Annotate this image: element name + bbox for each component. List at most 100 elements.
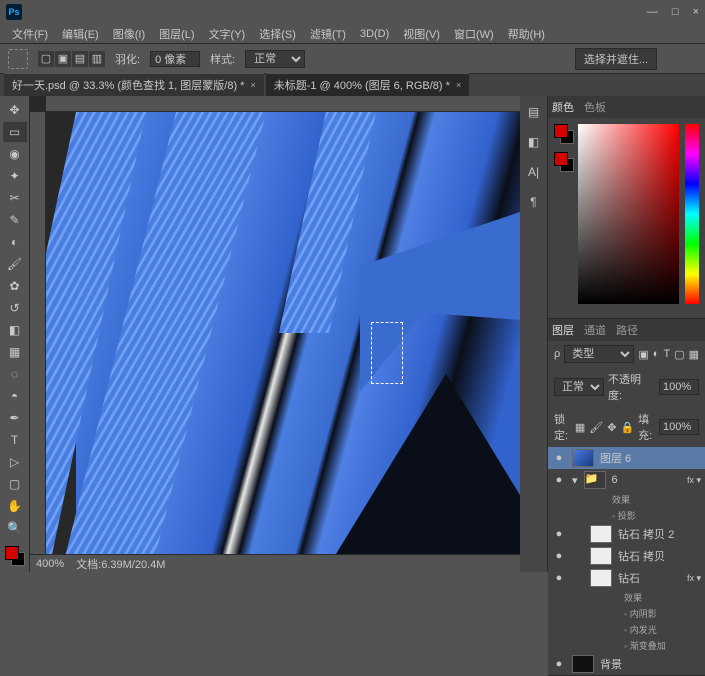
hue-strip[interactable] (685, 124, 699, 304)
fx-row[interactable]: ◦ 投影 (548, 507, 705, 523)
history-panel-icon[interactable]: ▤ (524, 102, 544, 122)
tab-paths[interactable]: 路径 (616, 322, 638, 338)
filter-shape-icon[interactable]: ▢ (674, 348, 684, 361)
lock-pos-icon[interactable]: ✥ (607, 421, 616, 434)
filter-adjust-icon[interactable]: ◐ (653, 348, 660, 360)
layer-thumb[interactable] (590, 525, 612, 543)
color-field[interactable] (578, 124, 679, 304)
selection-new-icon[interactable]: ▢ (38, 51, 54, 67)
gradient-tool-icon[interactable]: ▦ (3, 342, 27, 362)
maximize-icon[interactable]: □ (672, 6, 679, 18)
path-tool-icon[interactable]: ▷ (3, 452, 27, 472)
selection-add-icon[interactable]: ▣ (55, 51, 71, 67)
layer-thumb[interactable] (572, 449, 594, 467)
select-and-mask-button[interactable]: 选择并遮住... (575, 48, 657, 70)
fx-row[interactable]: ◦ 渐变叠加 (548, 637, 705, 653)
menu-file[interactable]: 文件(F) (6, 24, 54, 44)
layer-row[interactable]: ●图层 6 (548, 447, 705, 469)
ruler-vertical[interactable] (30, 112, 46, 554)
shape-tool-icon[interactable]: ▢ (3, 474, 27, 494)
tab-color[interactable]: 颜色 (552, 99, 574, 115)
close-tab-icon[interactable]: × (456, 80, 461, 90)
layer-row[interactable]: ●钻石 拷贝 (548, 545, 705, 567)
layer-row[interactable]: ●钻石 拷贝 2 (548, 523, 705, 545)
menu-type[interactable]: 文字(Y) (203, 24, 252, 44)
zoom-tool-icon[interactable]: 🔍 (3, 518, 27, 538)
selection-marquee[interactable] (371, 322, 403, 384)
group-thumb[interactable]: 📁 (584, 471, 606, 489)
paragraph-panel-icon[interactable]: ¶ (524, 192, 544, 212)
layer-row[interactable]: ●▾📁6fx ▾ (548, 469, 705, 491)
properties-panel-icon[interactable]: ◧ (524, 132, 544, 152)
tab-layers[interactable]: 图层 (552, 322, 574, 338)
layer-filter-select[interactable]: 类型 (564, 345, 634, 363)
menu-layer[interactable]: 图层(L) (153, 24, 200, 44)
style-select[interactable]: 正常 (245, 50, 305, 68)
dodge-tool-icon[interactable]: ◓ (3, 386, 27, 406)
canvas-viewport[interactable] (46, 112, 520, 554)
close-tab-icon[interactable]: × (250, 80, 255, 90)
hand-tool-icon[interactable]: ✋ (3, 496, 27, 516)
menu-window[interactable]: 窗口(W) (448, 24, 500, 44)
feather-input[interactable] (150, 51, 200, 67)
expand-icon[interactable]: ▾ (572, 474, 578, 487)
filter-image-icon[interactable]: ▣ (638, 348, 648, 361)
tab-document-1[interactable]: 好一天.psd @ 33.3% (颜色查找 1, 图层蒙版/8) *× (4, 73, 264, 96)
lock-all-icon[interactable]: 🔒 (620, 421, 634, 434)
brush-tool-icon[interactable]: 🖌 (3, 254, 27, 274)
crop-tool-icon[interactable]: ✂ (3, 188, 27, 208)
zoom-level[interactable]: 400% (36, 558, 64, 570)
blur-tool-icon[interactable]: ◌ (3, 364, 27, 384)
fg-bg-swatch[interactable] (554, 124, 572, 142)
layer-thumb[interactable] (590, 547, 612, 565)
filter-type-icon[interactable]: T (663, 348, 670, 360)
fill-input[interactable] (659, 419, 699, 435)
menu-view[interactable]: 视图(V) (397, 24, 446, 44)
fx-row[interactable]: ◦ 内阴影 (548, 605, 705, 621)
visibility-icon[interactable]: ● (552, 658, 566, 670)
menu-edit[interactable]: 编辑(E) (56, 24, 105, 44)
close-icon[interactable]: × (693, 6, 699, 18)
blend-mode-select[interactable]: 正常 (554, 378, 604, 396)
heal-tool-icon[interactable]: ◐ (3, 232, 27, 252)
layer-row[interactable]: ●背景 (548, 653, 705, 675)
menu-help[interactable]: 帮助(H) (502, 24, 551, 44)
menu-3d[interactable]: 3D(D) (354, 26, 395, 42)
visibility-icon[interactable]: ● (552, 528, 566, 540)
selection-subtract-icon[interactable]: ▤ (72, 51, 88, 67)
tab-channels[interactable]: 通道 (584, 322, 606, 338)
layer-row[interactable]: ●钻石fx ▾ (548, 567, 705, 589)
eraser-tool-icon[interactable]: ◧ (3, 320, 27, 340)
fx-row[interactable]: ◦ 内发光 (548, 621, 705, 637)
eyedropper-tool-icon[interactable]: ✎ (3, 210, 27, 230)
move-tool-icon[interactable]: ✥ (3, 100, 27, 120)
fx-row[interactable]: 效果 (548, 589, 705, 605)
history-brush-icon[interactable]: ↺ (3, 298, 27, 318)
stamp-tool-icon[interactable]: ✿ (3, 276, 27, 296)
selection-intersect-icon[interactable]: ▥ (89, 51, 105, 67)
tab-document-2[interactable]: 未标题-1 @ 400% (图层 6, RGB/8) *× (266, 73, 469, 96)
char-panel-icon[interactable]: A| (524, 162, 544, 182)
visibility-icon[interactable]: ● (552, 550, 566, 562)
visibility-icon[interactable]: ● (552, 572, 566, 584)
minimize-icon[interactable]: — (647, 6, 658, 18)
pen-tool-icon[interactable]: ✒ (3, 408, 27, 428)
tab-swatches[interactable]: 色板 (584, 99, 606, 115)
wand-tool-icon[interactable]: ✦ (3, 166, 27, 186)
fx-row[interactable]: 效果 (548, 491, 705, 507)
ruler-horizontal[interactable] (46, 96, 520, 112)
lasso-tool-icon[interactable]: ◉ (3, 144, 27, 164)
menu-image[interactable]: 图像(I) (107, 24, 151, 44)
opacity-input[interactable] (659, 379, 699, 395)
filter-smart-icon[interactable]: ▦ (689, 348, 699, 361)
marquee-tool-icon[interactable]: ▭ (3, 122, 27, 142)
visibility-icon[interactable]: ● (552, 452, 566, 464)
menu-select[interactable]: 选择(S) (253, 24, 302, 44)
menu-filter[interactable]: 滤镜(T) (304, 24, 352, 44)
layer-thumb[interactable] (572, 655, 594, 673)
visibility-icon[interactable]: ● (552, 474, 566, 486)
lock-trans-icon[interactable]: ▦ (575, 421, 585, 434)
fg-bg-swatch-2[interactable] (554, 152, 572, 170)
color-swatch[interactable] (5, 546, 25, 566)
type-tool-icon[interactable]: T (3, 430, 27, 450)
